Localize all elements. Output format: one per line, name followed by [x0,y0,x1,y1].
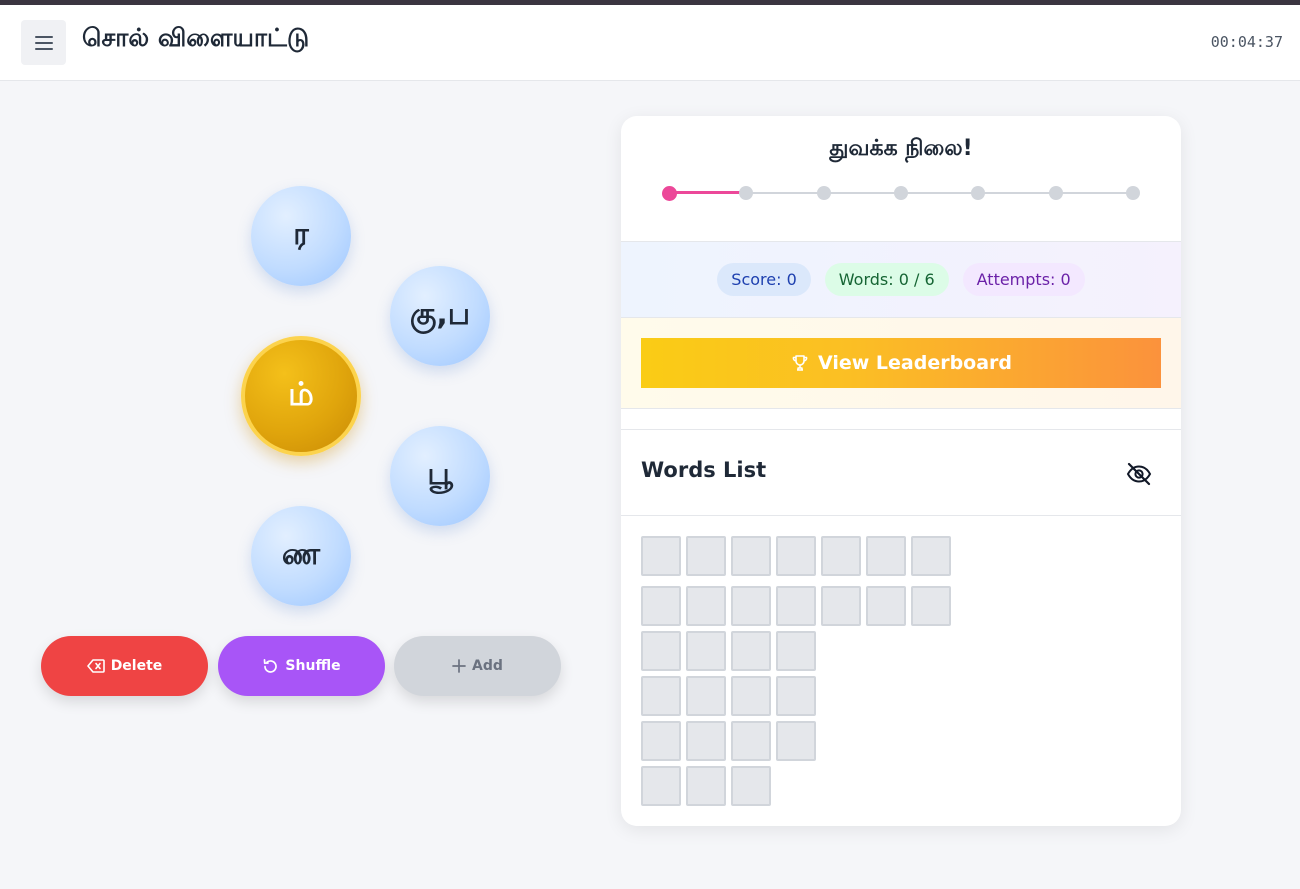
app-header: சொல் விளையாட்டு 00:04:37 [0,5,1300,81]
shuffle-label: Shuffle [285,658,341,674]
letter-board: ர கு,ப ம் பூ ண Delete Shuffle Add [0,81,600,889]
rotate-icon [264,658,278,673]
leaderboard-section: View Leaderboard [621,318,1181,409]
letter-slot [821,536,861,576]
letter-slot [731,536,771,576]
game-status-card: துவக்க நிலை! Score: 0 Words: 0 / 6 Attem… [621,116,1181,826]
delete-button[interactable]: Delete [41,636,208,696]
letter-slot [731,676,771,716]
word-slot-row [641,631,816,671]
letter-slot [686,721,726,761]
trophy-icon [792,355,808,371]
progress-step-dot [1126,186,1140,200]
hamburger-menu-icon[interactable] [21,20,66,65]
letter-slot [776,721,816,761]
letter-slot [911,536,951,576]
plus-icon [452,659,466,673]
letter-slot [686,631,726,671]
shuffle-button[interactable]: Shuffle [218,636,385,696]
words-count-badge: Words: 0 / 6 [824,263,949,296]
words-list-title: Words List [641,458,767,482]
word-slot-row [641,676,816,716]
letter-slot [641,676,681,716]
word-slot-row [641,586,951,626]
progress-step-dot [661,185,677,201]
letter-slot [641,721,681,761]
progress-step-dot [971,186,986,200]
letter-slot [731,766,771,806]
letter-slot [686,536,726,576]
letter-slot [686,676,726,716]
letter-tile[interactable]: ண [251,506,351,606]
backspace-icon [86,659,105,673]
words-list-header: Words List [621,429,1181,516]
stats-bar: Score: 0 Words: 0 / 6 Attempts: 0 [621,241,1181,318]
game-timer: 00:04:37 [1210,33,1283,51]
eye-off-icon[interactable] [1125,460,1153,488]
letter-slot [641,631,681,671]
progress-step-dot [894,186,908,200]
level-progress [661,185,1141,201]
letter-slot [866,586,906,626]
center-letter-tile[interactable]: ம் [241,336,361,456]
letter-slot [866,536,906,576]
progress-step-dot [739,186,754,200]
progress-step-dot [1048,186,1063,200]
level-title: துவக்க நிலை! [829,136,973,161]
letter-tile[interactable]: பூ [390,426,490,526]
letter-slot [641,536,681,576]
word-slot-row [641,536,951,576]
word-slot-row [641,766,771,806]
letter-slot [776,586,816,626]
add-label: Add [472,658,503,674]
letter-slot [911,586,951,626]
app-title: சொல் விளையாட்டு [82,23,310,52]
letter-tile[interactable]: கு,ப [390,266,490,366]
letter-slot [776,631,816,671]
add-button[interactable]: Add [394,636,561,696]
letter-slot [731,721,771,761]
letter-slot [731,631,771,671]
view-leaderboard-button[interactable]: View Leaderboard [641,338,1161,388]
letter-slot [686,586,726,626]
letter-slot [776,676,816,716]
word-slot-row [641,721,816,761]
attempts-badge: Attempts: 0 [962,263,1085,296]
letter-slot [686,766,726,806]
progress-fill [669,191,747,194]
progress-step-dot [816,186,831,200]
letter-slot [821,586,861,626]
letter-slot [641,586,681,626]
letter-slot [641,766,681,806]
score-badge: Score: 0 [717,263,811,296]
letter-slot [731,586,771,626]
letter-tile[interactable]: ர [251,186,351,286]
letter-slot [776,536,816,576]
leaderboard-label: View Leaderboard [817,352,1013,374]
delete-label: Delete [110,658,163,674]
